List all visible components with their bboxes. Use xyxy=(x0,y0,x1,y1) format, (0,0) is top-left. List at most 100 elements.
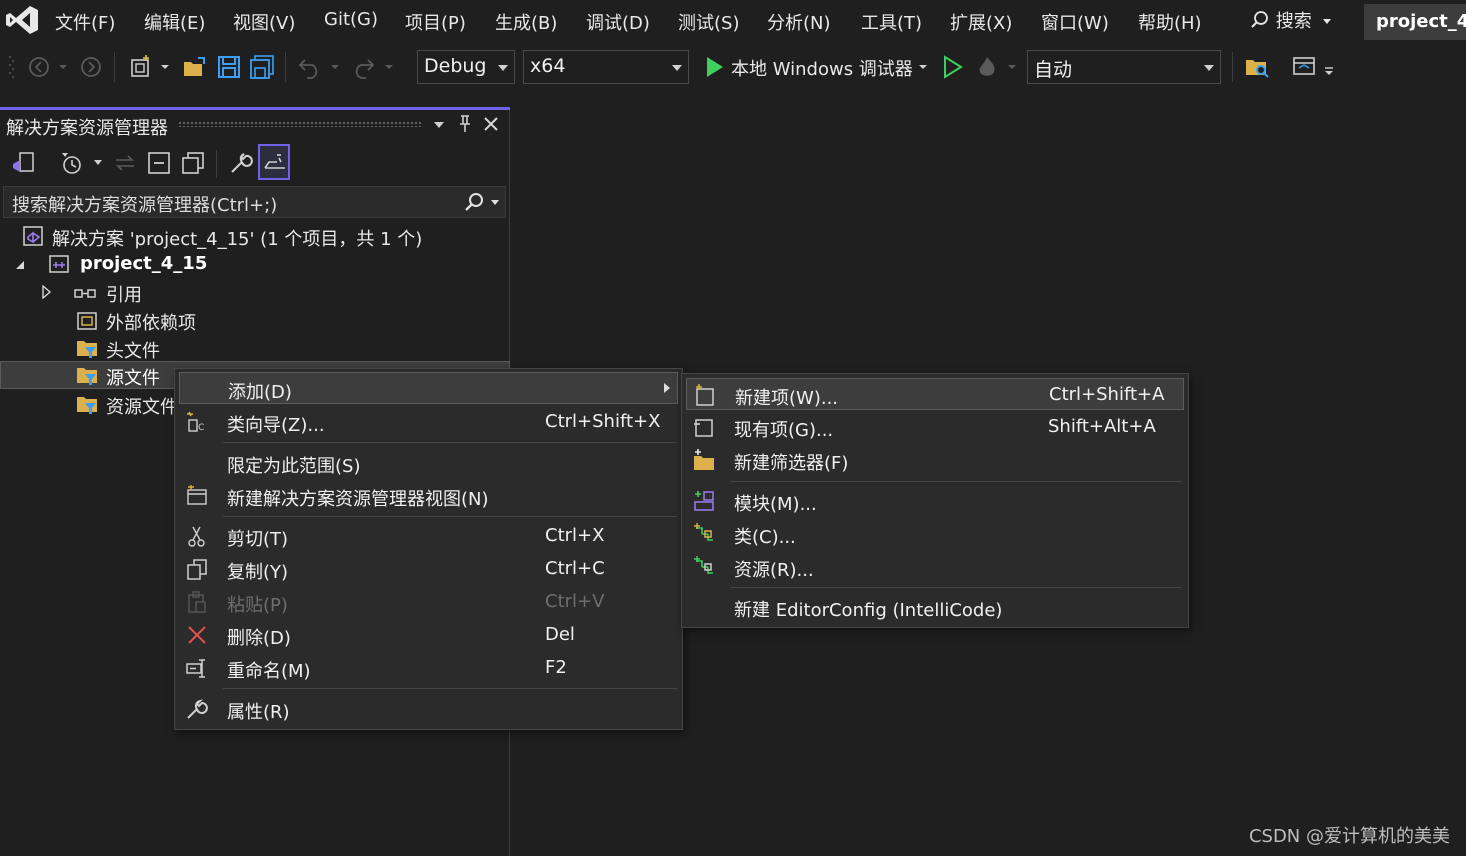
menu-item-class[interactable]: 类(C)... xyxy=(686,518,1184,550)
show-all-files-icon[interactable] xyxy=(180,150,206,176)
menu-item-module[interactable]: 模块(M)... xyxy=(686,485,1184,517)
redo-icon[interactable] xyxy=(350,54,376,80)
menu-git[interactable]: Git(G) xyxy=(324,9,378,30)
start-without-debugging-icon[interactable] xyxy=(940,54,966,80)
solution-explorer-search-input[interactable]: 搜索解决方案资源管理器(Ctrl+;) xyxy=(3,186,506,218)
menu-item-resource[interactable]: 资源(R)... xyxy=(686,551,1184,583)
back-icon[interactable] xyxy=(26,54,52,80)
menu-item-properties[interactable]: 属性(R) xyxy=(179,693,678,725)
configuration-value: Debug xyxy=(424,55,487,77)
menu-view[interactable]: 视图(V) xyxy=(233,9,295,35)
toolbar-overflow-icon[interactable] xyxy=(1322,54,1336,80)
references-icon xyxy=(74,289,96,298)
collapsed-arrow-icon[interactable] xyxy=(41,285,53,299)
toolbar-grip-icon[interactable] xyxy=(8,54,16,80)
chevron-down-icon[interactable] xyxy=(916,54,930,80)
filter-folder-icon xyxy=(77,368,97,385)
hot-reload-icon[interactable] xyxy=(974,54,1000,80)
platform-value: x64 xyxy=(530,55,566,77)
close-icon[interactable] xyxy=(482,115,500,133)
menu-item-add[interactable]: 添加(D) xyxy=(179,372,678,404)
pending-changes-filter-icon[interactable] xyxy=(58,150,84,176)
new-project-icon[interactable] xyxy=(128,54,154,80)
chevron-down-icon[interactable] xyxy=(489,198,501,208)
menu-item-rename[interactable]: 重命名(M) F2 xyxy=(179,652,678,684)
chevron-down-icon[interactable] xyxy=(1005,54,1019,80)
menu-window[interactable]: 窗口(W) xyxy=(1041,9,1109,35)
chevron-down-icon[interactable] xyxy=(328,54,342,80)
tree-item-header-files[interactable]: 头文件 xyxy=(0,334,510,362)
window-layout-icon[interactable] xyxy=(1291,54,1317,80)
chevron-down-icon xyxy=(1204,65,1214,71)
resource-files-label: 资源文件 xyxy=(106,397,178,418)
visual-studio-logo-icon[interactable] xyxy=(4,4,40,36)
chevron-down-icon[interactable] xyxy=(92,156,104,170)
menu-edit[interactable]: 编辑(E) xyxy=(144,9,205,35)
project-name-badge[interactable]: project_4 xyxy=(1364,4,1466,40)
switch-views-icon[interactable] xyxy=(10,150,36,176)
menu-analyze[interactable]: 分析(N) xyxy=(767,9,831,35)
paste-icon xyxy=(188,591,206,613)
open-folder-icon[interactable] xyxy=(182,54,208,80)
auto-select[interactable]: 自动 xyxy=(1027,50,1221,84)
sync-with-active-document-icon[interactable] xyxy=(112,150,138,176)
menu-item-new-item[interactable]: 新建项(W)... Ctrl+Shift+A xyxy=(686,378,1184,410)
save-all-icon[interactable] xyxy=(249,54,275,80)
menu-item-new-solution-view[interactable]: 新建解决方案资源管理器视图(N) xyxy=(179,480,678,512)
properties-wrench-icon[interactable] xyxy=(228,150,254,176)
toolbar-separator xyxy=(216,150,217,178)
panel-grip[interactable] xyxy=(178,121,422,127)
menu-help[interactable]: 帮助(H) xyxy=(1138,9,1202,35)
chevron-down-icon xyxy=(498,65,508,71)
configuration-select[interactable]: Debug xyxy=(417,50,515,84)
auto-value: 自动 xyxy=(1034,59,1073,81)
start-debugging-icon[interactable] xyxy=(702,54,728,80)
start-debugger-button[interactable]: 本地 Windows 调试器 xyxy=(731,55,913,81)
menu-item-existing-item[interactable]: 现有项(G)... Shift+Alt+A xyxy=(686,411,1184,443)
expanded-arrow-icon[interactable] xyxy=(14,259,26,271)
menu-project[interactable]: 项目(P) xyxy=(405,9,466,35)
menu-debug[interactable]: 调试(D) xyxy=(586,9,650,35)
existing-item-icon xyxy=(694,419,713,437)
tree-item-solution[interactable]: 解决方案 'project_4_15' (1 个项目，共 1 个) xyxy=(0,222,510,250)
scissors-icon xyxy=(188,526,205,547)
menu-item-new-filter[interactable]: 新建筛选器(F) xyxy=(686,444,1184,476)
menu-build[interactable]: 生成(B) xyxy=(495,9,557,35)
menu-extensions[interactable]: 扩展(X) xyxy=(950,9,1012,35)
tree-item-project[interactable]: project_4_15 xyxy=(0,250,510,278)
pin-icon[interactable] xyxy=(456,114,474,134)
new-view-label: 新建解决方案资源管理器视图(N) xyxy=(227,489,489,510)
find-in-files-icon[interactable] xyxy=(1244,54,1270,80)
search-menu[interactable]: 搜索 xyxy=(1250,7,1332,33)
menu-separator xyxy=(223,688,677,689)
chevron-down-icon[interactable] xyxy=(158,54,172,80)
menu-tools[interactable]: 工具(T) xyxy=(861,9,922,35)
menu-item-copy[interactable]: 复制(Y) Ctrl+C xyxy=(179,553,678,585)
solution-icon xyxy=(23,226,43,246)
panel-options-icon[interactable] xyxy=(432,118,446,132)
tree-item-resource-files[interactable]: 资源文件 xyxy=(0,390,180,418)
chevron-down-icon[interactable] xyxy=(56,54,70,80)
search-icon[interactable] xyxy=(464,192,486,214)
external-dependencies-icon xyxy=(77,312,97,330)
menu-item-new-editorconfig[interactable]: 新建 EditorConfig (IntelliCode) xyxy=(686,591,1184,623)
menu-item-paste[interactable]: 粘贴(P) Ctrl+V xyxy=(179,586,678,618)
menu-item-class-wizard[interactable]: C 类向导(Z)... Ctrl+Shift+X xyxy=(179,406,678,438)
cpp-project-icon xyxy=(49,255,69,273)
undo-icon[interactable] xyxy=(297,54,323,80)
solution-explorer-title: 解决方案资源管理器 xyxy=(6,118,168,139)
forward-icon[interactable] xyxy=(78,54,104,80)
tree-item-references[interactable]: 引用 xyxy=(0,278,510,306)
rename-icon xyxy=(186,659,205,678)
platform-select[interactable]: x64 xyxy=(523,50,689,84)
save-icon[interactable] xyxy=(216,54,242,80)
menu-test[interactable]: 测试(S) xyxy=(678,9,739,35)
collapse-all-icon[interactable] xyxy=(146,150,172,176)
tree-item-external-deps[interactable]: 外部依赖项 xyxy=(0,306,510,334)
menu-item-cut[interactable]: 剪切(T) Ctrl+X xyxy=(179,520,678,552)
menu-item-scope-to-this[interactable]: 限定为此范围(S) xyxy=(179,447,678,479)
menu-item-delete[interactable]: 删除(D) Del xyxy=(179,619,678,651)
menu-file[interactable]: 文件(F) xyxy=(55,9,115,35)
chevron-down-icon[interactable] xyxy=(382,54,396,80)
preview-selected-items-toggle[interactable] xyxy=(258,144,290,180)
